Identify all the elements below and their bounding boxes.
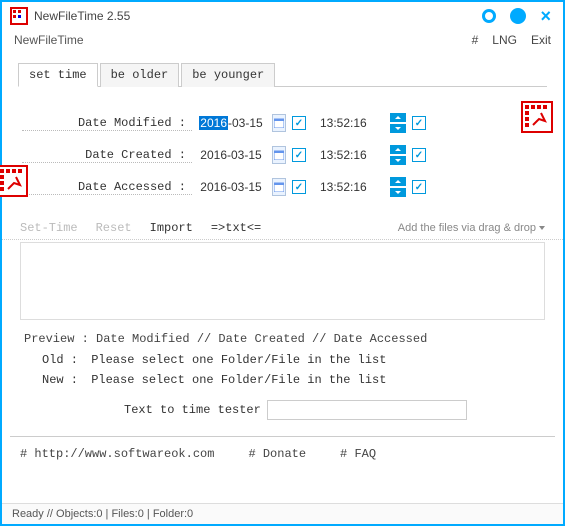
preview-new-row: New : Please select one Folder/File in t… xyxy=(2,370,563,390)
preview-old-row: Old : Please select one Folder/File in t… xyxy=(2,350,563,370)
tab-content: Date Modified : 2016-03-15 13:52:16 Date… xyxy=(2,87,563,215)
divider xyxy=(10,436,555,437)
tester-label: Text to time tester xyxy=(124,403,261,417)
minimize-button[interactable] xyxy=(482,9,496,23)
close-button[interactable]: × xyxy=(540,6,551,27)
footer-links: # http://www.softwareok.com # Donate # F… xyxy=(2,443,563,465)
clock-icon-right[interactable] xyxy=(521,101,553,133)
set-time-button[interactable]: Set-Time xyxy=(20,221,78,235)
menu-hash[interactable]: # xyxy=(472,33,479,47)
calendar-icon[interactable] xyxy=(272,178,286,196)
toolbar: Set-Time Reset Import =>txt<= Add the fi… xyxy=(2,215,563,240)
preview-old-msg: Please select one Folder/File in the lis… xyxy=(91,353,386,367)
check-accessed-date[interactable] xyxy=(292,180,306,194)
tester-input[interactable] xyxy=(267,400,467,420)
check-created-date[interactable] xyxy=(292,148,306,162)
link-site[interactable]: # http://www.softwareok.com xyxy=(20,447,214,461)
link-faq[interactable]: # FAQ xyxy=(340,447,376,461)
time-accessed-value[interactable]: 13:52:16 xyxy=(320,180,380,194)
time-modified-value[interactable]: 13:52:16 xyxy=(320,116,380,130)
menu-exit[interactable]: Exit xyxy=(531,33,551,47)
check-created-time[interactable] xyxy=(412,148,426,162)
label-created: Date Created : xyxy=(22,148,192,163)
app-name-label: NewFileTime xyxy=(14,33,472,47)
row-modified: Date Modified : 2016-03-15 13:52:16 xyxy=(22,109,543,137)
tester-row: Text to time tester xyxy=(2,390,563,430)
row-created: Date Created : 2016-03-15 13:52:16 xyxy=(22,141,543,169)
tab-be-older[interactable]: be older xyxy=(100,63,180,87)
tab-strip: set time be older be younger xyxy=(18,62,547,87)
time-created-value[interactable]: 13:52:16 xyxy=(320,148,380,162)
clock-icon-left[interactable] xyxy=(0,165,28,197)
preview-new-label: New : xyxy=(42,373,84,387)
window-controls: × xyxy=(482,6,555,27)
row-accessed: Date Accessed : 2016-03-15 13:52:16 xyxy=(22,173,543,201)
menu-lng[interactable]: LNG xyxy=(492,33,517,47)
tab-be-younger[interactable]: be younger xyxy=(181,63,275,87)
tab-set-time[interactable]: set time xyxy=(18,63,98,87)
add-files-dropdown[interactable]: Add the files via drag & drop xyxy=(398,222,545,234)
date-created-value[interactable]: 2016-03-15 xyxy=(192,148,270,162)
preview-new-msg: Please select one Folder/File in the lis… xyxy=(91,373,386,387)
calendar-icon[interactable] xyxy=(272,146,286,164)
spinner-modified[interactable] xyxy=(390,112,406,134)
check-modified-date[interactable] xyxy=(292,116,306,130)
label-modified: Date Modified : xyxy=(22,116,192,131)
date-accessed-value[interactable]: 2016-03-15 xyxy=(192,180,270,194)
link-donate[interactable]: # Donate xyxy=(248,447,306,461)
reset-button[interactable]: Reset xyxy=(96,221,132,235)
file-drop-area[interactable] xyxy=(20,242,545,320)
preview-old-label: Old : xyxy=(42,353,84,367)
maximize-button[interactable] xyxy=(510,8,526,24)
import-button[interactable]: Import xyxy=(150,221,193,235)
date-modified-value[interactable]: 2016-03-15 xyxy=(192,116,270,130)
check-modified-time[interactable] xyxy=(412,116,426,130)
spinner-accessed[interactable] xyxy=(390,176,406,198)
status-bar: Ready // Objects:0 | Files:0 | Folder:0 xyxy=(2,503,563,524)
check-accessed-time[interactable] xyxy=(412,180,426,194)
app-icon xyxy=(10,7,28,25)
label-accessed: Date Accessed : xyxy=(22,180,192,195)
spinner-created[interactable] xyxy=(390,144,406,166)
preview-header: Preview : Date Modified // Date Created … xyxy=(2,328,563,350)
titlebar: NewFileTime 2.55 × xyxy=(2,2,563,30)
txt-button[interactable]: =>txt<= xyxy=(211,221,261,235)
calendar-icon[interactable] xyxy=(272,114,286,132)
window-title: NewFileTime 2.55 xyxy=(34,9,482,23)
menubar: NewFileTime # LNG Exit xyxy=(2,30,563,54)
